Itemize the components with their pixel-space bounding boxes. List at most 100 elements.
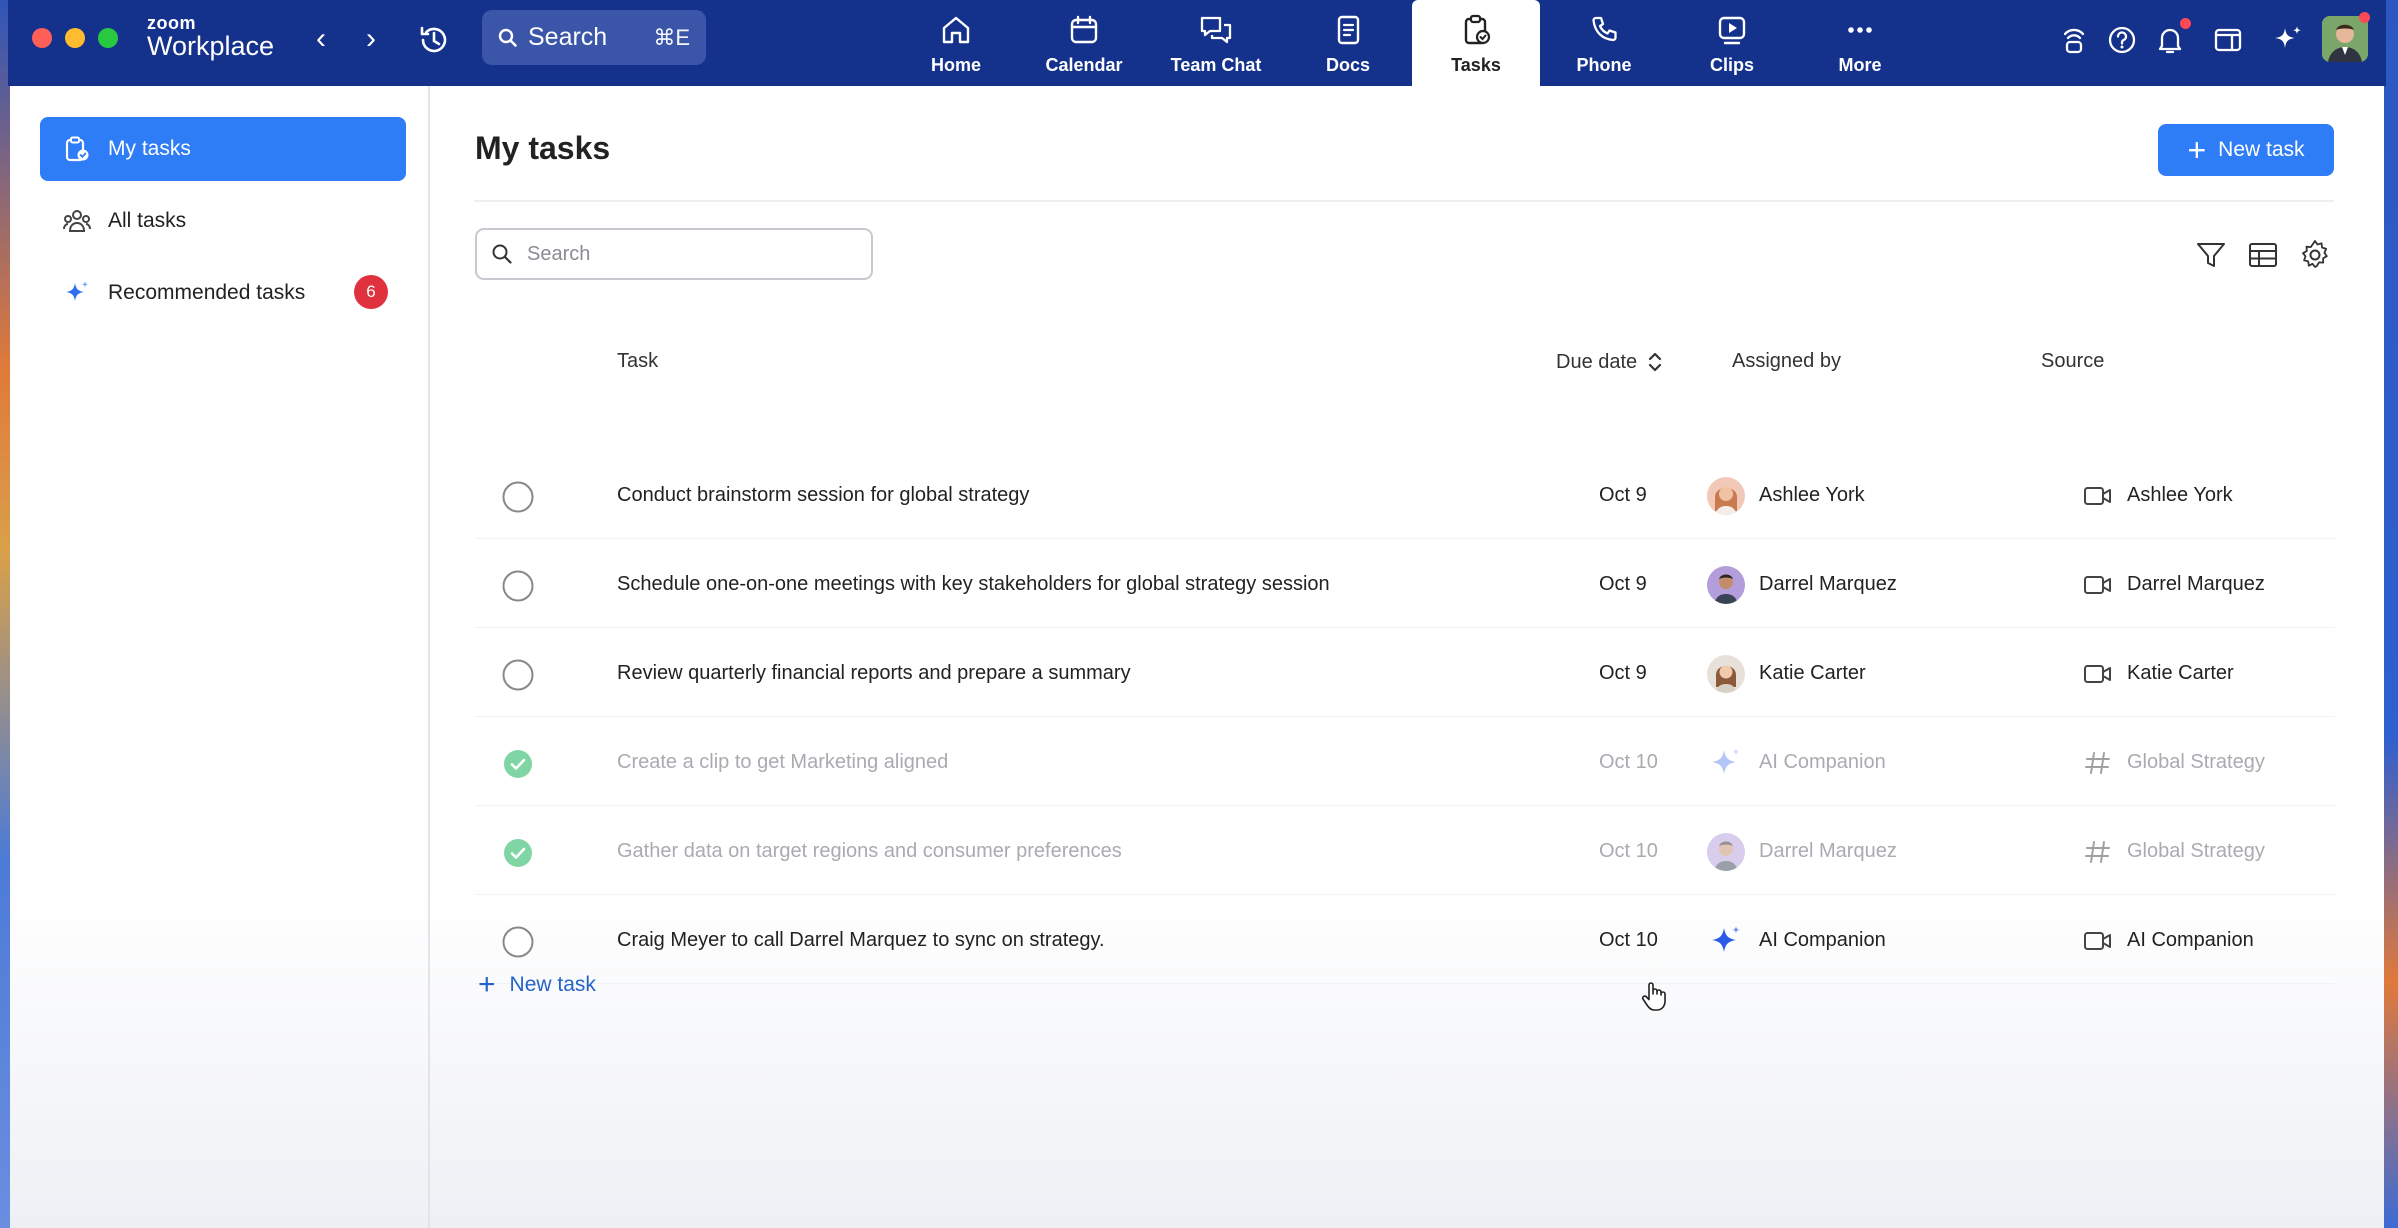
zoom-window-button[interactable] [98,28,118,48]
forward-arrow-icon[interactable]: › [356,22,386,56]
sidebar: My tasks All tasks Recommended tasks 6 [10,86,430,1228]
row-divider [475,716,2335,717]
tab-clips[interactable]: Clips [1668,0,1796,86]
task-checkbox[interactable] [502,570,534,602]
search-input[interactable] [527,242,847,266]
global-search-button[interactable]: Search ⌘E [482,10,706,65]
sidebar-item-recommended-tasks[interactable]: Recommended tasks 6 [40,261,406,325]
add-new-task-link[interactable]: + New task [478,970,596,1000]
sidebar-item-label: All tasks [108,209,187,232]
home-icon [942,16,970,44]
task-title[interactable]: Schedule one-on-one meetings with key st… [617,573,1330,596]
completed-check-icon[interactable] [502,748,534,780]
user-avatar[interactable] [2322,16,2368,62]
tasks-icon [1464,14,1491,45]
due-date: Oct 9 [1599,573,1647,595]
tasks-window: My tasks All tasks Recommended tasks 6 M… [10,86,2384,1228]
help-icon[interactable] [2104,22,2140,58]
hotspot-icon[interactable] [2056,22,2092,58]
table-row[interactable]: Create a clip to get Marketing aligned O… [475,718,2335,806]
due-date: Oct 9 [1599,662,1647,684]
tab-tasks[interactable]: Tasks [1412,0,1540,86]
ashlee-york-portrait-icon [1707,477,1745,515]
main-content: My tasks + New task Task Due date Assign… [432,86,2384,1228]
darrel-marquez-portrait-icon [1707,566,1745,604]
source-name[interactable]: Darrel Marquez [2127,573,2265,596]
avatar [1707,744,1745,782]
task-title[interactable]: Conduct brainstorm session for global st… [617,484,1029,507]
task-title[interactable]: Review quarterly financial reports and p… [617,662,1131,685]
source-name[interactable]: Ashlee York [2127,484,2233,507]
tab-calendar[interactable]: Calendar [1020,0,1148,86]
close-window-button[interactable] [32,28,52,48]
top-navigation-bar: zoom Workplace ‹ › Search ⌘E Home Calend… [8,0,2386,86]
window-controls [32,28,118,48]
video-icon [2084,665,2111,683]
search-icon [498,28,517,47]
task-title[interactable]: Craig Meyer to call Darrel Marquez to sy… [617,929,1105,952]
task-checkbox[interactable] [502,659,534,691]
task-title[interactable]: Create a clip to get Marketing aligned [617,751,948,774]
row-divider [475,983,2335,984]
assigned-by-name: Katie Carter [1759,662,1866,684]
filter-icon[interactable] [2194,238,2228,272]
table-row[interactable]: Gather data on target regions and consum… [475,807,2335,895]
tab-docs[interactable]: Docs [1284,0,1412,86]
new-task-button[interactable]: + New task [2158,124,2334,176]
table-view-icon[interactable] [2246,238,2280,272]
row-divider [475,538,2335,539]
sparkle-icon [62,278,92,308]
hand-cursor-icon [1641,982,1666,1011]
table-row[interactable]: Conduct brainstorm session for global st… [475,451,2335,539]
katie-carter-portrait-icon [1707,655,1745,693]
table-row[interactable]: Craig Meyer to call Darrel Marquez to sy… [475,896,2335,984]
ai-companion-icon[interactable] [2270,22,2306,58]
team-icon [62,206,92,236]
tab-phone[interactable]: Phone [1540,0,1668,86]
completed-check-icon[interactable] [502,837,534,869]
tab-more[interactable]: More [1796,0,1924,86]
window-layout-icon[interactable] [2210,22,2246,58]
assigned-by-name: AI Companion [1759,929,1886,951]
phone-icon [1592,16,1617,42]
minimize-window-button[interactable] [65,28,85,48]
more-icon [1848,27,1872,33]
app-logo: zoom Workplace [147,13,275,61]
assigned-by-name: Darrel Marquez [1759,573,1897,595]
sidebar-item-all-tasks[interactable]: All tasks [40,189,406,253]
table-row[interactable]: Review quarterly financial reports and p… [475,629,2335,717]
due-date: Oct 10 [1599,929,1658,951]
assigned-by-name: AI Companion [1759,751,1886,773]
row-divider [475,805,2335,806]
tab-team-chat[interactable]: Team Chat [1152,0,1280,86]
plus-icon: + [478,968,496,1001]
task-title[interactable]: Gather data on target regions and consum… [617,840,1122,863]
task-search-field[interactable] [475,228,873,280]
due-date: Oct 10 [1599,840,1658,862]
sort-icon[interactable] [1645,350,1665,374]
sidebar-item-label: My tasks [108,137,191,160]
assigned-by-name: Ashlee York [1759,484,1865,506]
sidebar-item-my-tasks[interactable]: My tasks [40,117,406,181]
source-name[interactable]: Global Strategy [2127,840,2265,863]
table-row[interactable]: Schedule one-on-one meetings with key st… [475,540,2335,628]
avatar [1707,477,1745,515]
settings-gear-icon[interactable] [2298,238,2332,272]
source-name[interactable]: Global Strategy [2127,751,2265,774]
video-icon [2084,487,2111,505]
my-tasks-icon [62,134,92,164]
column-header-due-date[interactable]: Due date [1556,350,1665,374]
video-icon [2084,576,2111,594]
tab-home[interactable]: Home [892,0,1020,86]
ai-companion-sparkle-icon [1712,926,1740,952]
source-name[interactable]: AI Companion [2127,929,2254,952]
docs-icon [1337,15,1360,45]
source-name[interactable]: Katie Carter [2127,662,2234,685]
clips-icon [1718,16,1746,45]
history-icon[interactable] [416,22,452,58]
back-arrow-icon[interactable]: ‹ [306,22,336,56]
task-checkbox[interactable] [502,481,534,513]
column-header-assigned-by: Assigned by [1732,350,1841,372]
avatar [1707,922,1745,960]
task-checkbox[interactable] [502,926,534,958]
